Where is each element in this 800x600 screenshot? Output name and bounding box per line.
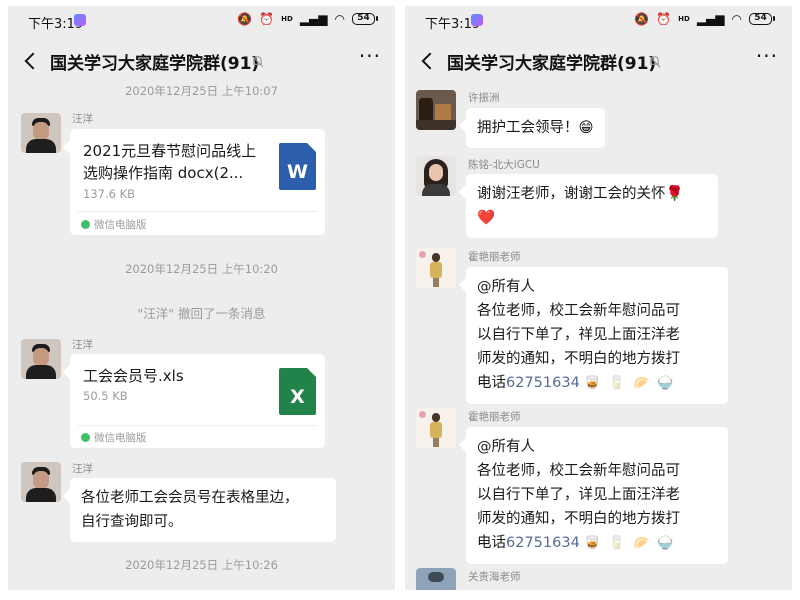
text-message-bubble[interactable]: @所有人 各位老师，校工会新年慰问品可 以自行下单了，祥见上面汪洋老 师发的通知…	[466, 267, 728, 404]
file-size: 50.5 KB	[83, 389, 128, 403]
chat-title: 国关学习大家庭学院群(91)	[50, 54, 260, 74]
wechat-pc-icon	[81, 433, 90, 442]
emoji-row: 🥃 🥛 🥟 🍚	[584, 536, 676, 551]
file-name: 2021元旦春节慰问品线上 选购操作指南 docx(2...	[83, 142, 257, 182]
wifi-icon: ◠	[731, 12, 742, 26]
file-source-label: 微信电脑版	[94, 432, 147, 444]
sender-name: 关贵海老师	[468, 571, 521, 583]
text-message-bubble[interactable]: 拥护工会领导！😁	[466, 108, 605, 148]
right-screenshot: 下午3:19 🔕 ⏰ HD ▂▄▆ ◠ 54 国关学习大家庭学院群(91) ··…	[405, 6, 792, 590]
sender-name: 汪洋	[72, 113, 93, 125]
avatar[interactable]	[21, 462, 61, 502]
avatar[interactable]	[416, 90, 456, 130]
message-text: 各位老师工会会员号在表格里边， 自行查询即可。	[81, 490, 299, 530]
wifi-icon: ◠	[334, 12, 345, 26]
file-source: 微信电脑版	[81, 217, 147, 232]
status-bar: 下午3:19 🔕 ⏰ HD ▂▄▆ ◠ 54	[8, 6, 395, 34]
text-message-bubble[interactable]: 各位老师工会会员号在表格里边， 自行查询即可。	[70, 478, 336, 542]
status-icons: 🔕 ⏰ HD ▂▄▆ ◠ 54	[237, 12, 378, 26]
divider	[78, 211, 317, 212]
battery-icon: 54	[749, 13, 775, 25]
message-text: 拥护工会领导！😁	[477, 120, 594, 136]
wechat-pc-icon	[81, 220, 90, 229]
mute-status-icon: 🔕	[634, 12, 650, 26]
chat-header: 国关学习大家庭学院群(91) ···	[8, 38, 395, 84]
text-message-bubble[interactable]: @所有人 各位老师，校工会新年慰问品可 以自行下单了，详见上面汪洋老 师发的通知…	[466, 427, 728, 564]
chat-title: 国关学习大家庭学院群(91)	[447, 54, 657, 74]
file-name: 工会会员号.xls	[83, 367, 184, 385]
divider	[78, 425, 317, 426]
battery-icon: 54	[352, 13, 378, 25]
left-screenshot: 下午3:19 🔕 ⏰ HD ▂▄▆ ◠ 54 国关学习大家庭学院群(91) ··…	[8, 6, 395, 590]
mute-icon	[251, 55, 264, 68]
recall-notice: "汪洋" 撤回了一条消息	[137, 306, 266, 321]
emoji-row: 🥃 🥛 🥟 🍚	[584, 376, 676, 391]
network-icon: HD	[678, 15, 690, 23]
message-text: 谢谢汪老师，谢谢工会的关怀🌹 ❤️	[477, 186, 684, 226]
sender-name: 汪洋	[72, 339, 93, 351]
avatar[interactable]	[21, 113, 61, 153]
more-icon[interactable]: ···	[756, 46, 778, 66]
app-notification-icon	[471, 14, 483, 26]
file-message-card[interactable]: 2021元旦春节慰问品线上 选购操作指南 docx(2... 137.6 KB …	[70, 129, 325, 235]
file-source-label: 微信电脑版	[94, 219, 147, 231]
excel-file-icon: X	[279, 368, 316, 415]
sender-name: 霍艳丽老师	[468, 411, 521, 423]
chat-header: 国关学习大家庭学院群(91) ···	[405, 38, 792, 84]
signal-icon: ▂▄▆	[299, 12, 328, 26]
word-file-icon: W	[279, 143, 316, 190]
timestamp: 2020年12月25日 上午10:20	[125, 262, 278, 276]
mute-icon	[648, 55, 661, 68]
alarm-icon: ⏰	[656, 12, 672, 26]
sender-name: 许振洲	[468, 92, 500, 104]
phone-number-link[interactable]: 62751634	[506, 535, 580, 551]
mute-status-icon: 🔕	[237, 12, 253, 26]
status-bar: 下午3:19 🔕 ⏰ HD ▂▄▆ ◠ 54	[405, 6, 792, 34]
sender-name: 陈铭-北大iGCU	[468, 159, 540, 171]
avatar[interactable]	[416, 408, 456, 448]
text-message-bubble[interactable]: 谢谢汪老师，谢谢工会的关怀🌹 ❤️	[466, 174, 718, 238]
timestamp: 2020年12月25日 上午10:26	[125, 558, 278, 572]
avatar[interactable]	[21, 339, 61, 379]
timestamp: 2020年12月25日 上午10:07	[125, 84, 278, 98]
app-notification-icon	[74, 14, 86, 26]
avatar[interactable]	[416, 568, 456, 590]
avatar[interactable]	[416, 156, 456, 196]
file-size: 137.6 KB	[83, 187, 136, 201]
file-message-card[interactable]: 工会会员号.xls 50.5 KB X 微信电脑版	[70, 354, 325, 448]
signal-icon: ▂▄▆	[696, 12, 725, 26]
sender-name: 汪洋	[72, 463, 93, 475]
network-icon: HD	[281, 15, 293, 23]
back-icon[interactable]	[21, 50, 43, 72]
more-icon[interactable]: ···	[359, 46, 381, 66]
status-icons: 🔕 ⏰ HD ▂▄▆ ◠ 54	[634, 12, 775, 26]
avatar[interactable]	[416, 248, 456, 288]
back-icon[interactable]	[418, 50, 440, 72]
alarm-icon: ⏰	[259, 12, 275, 26]
sender-name: 霍艳丽老师	[468, 251, 521, 263]
file-source: 微信电脑版	[81, 430, 147, 445]
phone-number-link[interactable]: 62751634	[506, 375, 580, 391]
